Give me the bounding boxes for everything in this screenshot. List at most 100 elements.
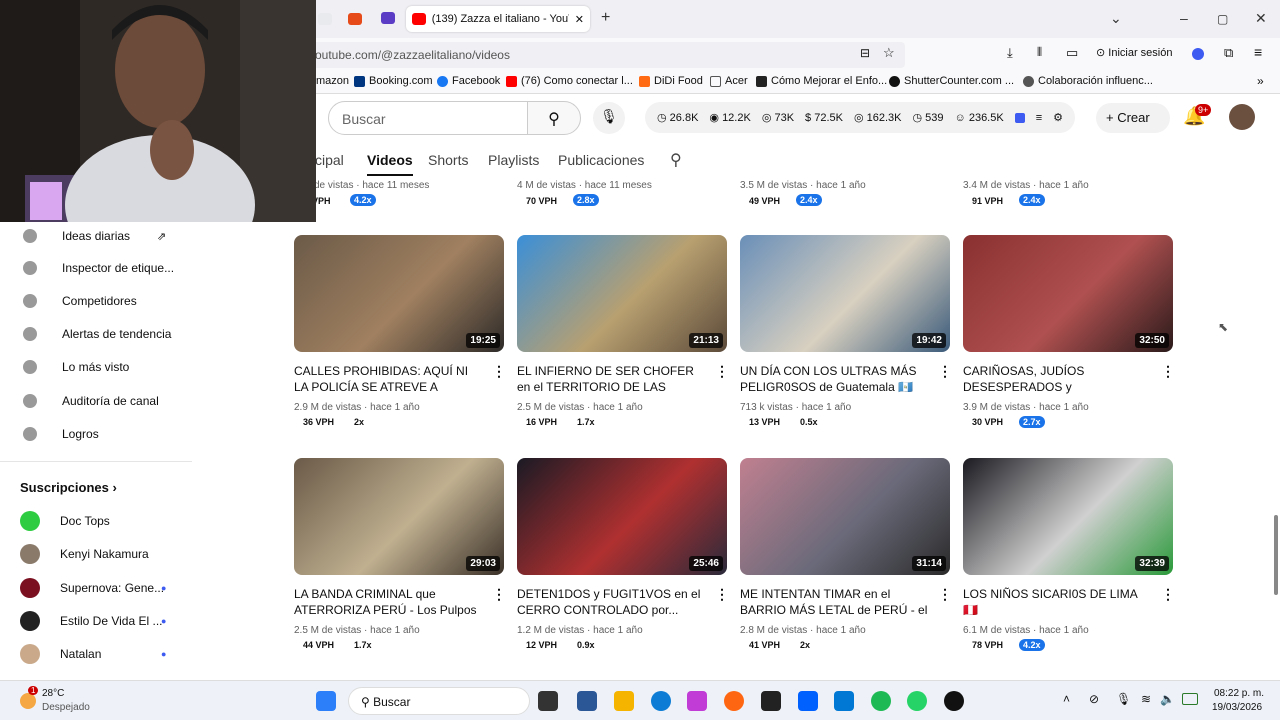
bookmark-facebook[interactable]: Facebook [437,75,500,87]
tray-chevron-icon[interactable]: ˄ [1063,692,1070,706]
taskbar-search[interactable]: ⚲ Buscar [348,687,530,715]
clock-date[interactable]: 19/03/2026 [1212,702,1262,713]
file-explorer-icon[interactable] [614,691,634,711]
subscription-item[interactable]: Estilo De Vida El ... ● [0,607,190,635]
new-tab-button[interactable]: + [601,9,610,27]
video-title[interactable]: DETEN1DOS y FUGIT1VOS en el CERRO CONTRO… [517,586,707,618]
subscriptions-header[interactable]: Suscripciones › [20,480,117,495]
library-icon[interactable]: ⫴ [1037,45,1042,60]
reader-icon[interactable]: ⊟ [860,46,870,60]
pinned-tab-icon-2[interactable] [381,12,395,24]
more-options-icon[interactable]: ⋮ [715,586,729,603]
video-card[interactable]: 19:25 CALLES PROHIBIDAS: AQUÍ NI LA POLIC… [294,235,506,435]
tab-publicaciones[interactable]: Publicaciones [558,152,644,168]
sidebar-item-ideas[interactable]: Ideas diarias ⇗ [0,222,190,250]
dropbox-icon[interactable] [798,691,818,711]
minimize-button[interactable]: – [1180,10,1188,26]
sign-in-button[interactable]: ⊙ Iniciar sesión [1096,46,1172,59]
windows-start-icon[interactable] [316,691,336,711]
video-card[interactable]: 19:42 UN DÍA CON LOS ULTRAS MÁS PELIGR0SO… [740,235,952,435]
whatsapp-icon[interactable] [907,691,927,711]
video-card[interactable]: 32:39 LOS NIÑOS SICARI0S DE LIMA 🇵🇪 ⋮ 6.1 M… [963,458,1175,658]
settings-icon[interactable]: ⚙ [1053,111,1063,124]
extensions-icon[interactable]: ⧉ [1224,45,1233,61]
extension-icon[interactable] [1192,48,1204,60]
video-thumbnail[interactable]: 21:13 [517,235,727,352]
subscription-item[interactable]: Doc Tops [0,507,190,535]
bookmark-booking[interactable]: Booking.com [354,75,433,87]
video-title[interactable]: LA BANDA CRIMINAL que ATERRORIZA PERÚ - … [294,586,484,618]
subscription-item[interactable]: Kenyi Nakamura [0,540,190,568]
bookmark-colaboracion[interactable]: Colaboración influenc... [1023,75,1153,87]
video-thumbnail[interactable]: 32:50 [963,235,1173,352]
outlook-icon[interactable] [834,691,854,711]
bookmark-acer[interactable]: Acer [710,75,748,87]
menu-icon[interactable]: ≡ [1254,44,1262,60]
extension-icon[interactable] [1014,112,1025,123]
video-thumbnail[interactable]: 31:14 [740,458,950,575]
tab-principal[interactable]: cipal [315,152,344,168]
sidebar-item-mas-visto[interactable]: Lo más visto [0,353,190,381]
video-title[interactable]: CARIÑOSAS, JUDÍOS DESESPERADOS y SECUEST… [963,363,1153,395]
more-options-icon[interactable]: ⋮ [1161,363,1175,380]
maximize-button[interactable]: ▢ [1217,12,1228,26]
edge-icon[interactable] [651,691,671,711]
weather-sun-icon[interactable] [20,693,36,709]
more-bookmarks-icon[interactable]: » [1257,74,1264,88]
clock-time[interactable]: 08:22 p. m. [1214,688,1264,699]
voice-search-button[interactable]: 🎙 [593,102,625,134]
video-card[interactable]: 32:50 CARIÑOSAS, JUDÍOS DESESPERADOS y SE… [963,235,1175,435]
bookmark-mejorar[interactable]: Cómo Mejorar el Enfo... [756,75,887,87]
sidebar-item-competidores[interactable]: Competidores [0,287,190,315]
video-thumbnail[interactable]: 32:39 [963,458,1173,575]
search-button[interactable]: ⚲ [527,101,581,135]
sidebar-item-inspector[interactable]: Inspector de etique... [0,254,190,282]
tab-list-icon[interactable]: ⌄ [1110,10,1122,27]
bookmark-shuttercounter[interactable]: ShutterCounter.com ... [889,75,1014,87]
more-options-icon[interactable]: ⋮ [938,586,952,603]
bookmark-didi[interactable]: DiDi Food [639,75,703,87]
create-button[interactable]: + Crear [1096,103,1170,133]
obs-icon[interactable] [944,691,964,711]
gmail-tab-icon[interactable] [318,13,332,25]
sidebar-toggle-icon[interactable]: ▭ [1066,45,1078,61]
subscription-item[interactable]: Supernova: Gene... ● [0,574,190,602]
video-thumbnail[interactable]: 19:25 [294,235,504,352]
search-input[interactable]: Buscar [328,101,528,135]
firefox-icon[interactable] [724,691,744,711]
tab-youtube[interactable]: (139) Zazza el italiano - YouTub ✕ [406,6,590,32]
more-options-icon[interactable]: ⋮ [938,363,952,380]
video-card[interactable]: 29:03 LA BANDA CRIMINAL que ATERRORIZA PE… [294,458,506,658]
bookmark-star-icon[interactable]: ☆ [883,45,895,61]
sidebar-item-logros[interactable]: Logros [0,420,190,448]
spotify-icon[interactable] [871,691,891,711]
more-options-icon[interactable]: ⋮ [715,363,729,380]
page-scrollbar[interactable] [1274,515,1278,595]
video-title[interactable]: UN DÍA CON LOS ULTRAS MÁS PELIGR0SOS de … [740,363,930,395]
address-bar[interactable]: outube.com/@zazzaelitaliano/videos [305,42,905,68]
list-icon[interactable]: ≡ [1036,112,1042,124]
tab-shorts[interactable]: Shorts [428,152,468,168]
video-card[interactable]: 21:13 EL INFIERNO DE SER CHOFER en el TER… [517,235,729,435]
channel-search-icon[interactable]: ⚲ [670,150,682,170]
video-thumbnail[interactable]: 25:46 [517,458,727,575]
bookmark-youtube[interactable]: (76) Como conectar l... [506,75,633,87]
video-title[interactable]: CALLES PROHIBIDAS: AQUÍ NI LA POLICÍA SE… [294,363,484,395]
video-card[interactable]: 31:14 ME INTENTAN TIMAR en el BARRIO MÁS … [740,458,952,658]
bookmark-amazon[interactable]: mazon [316,75,349,87]
tab-videos[interactable]: Videos [367,152,413,176]
network-off-icon[interactable]: ⊘ [1089,692,1099,706]
task-view-icon[interactable] [538,691,558,711]
avatar[interactable] [1229,104,1255,130]
more-options-icon[interactable]: ⋮ [1161,586,1175,603]
sidebar-item-alertas[interactable]: Alertas de tendencia [0,320,190,348]
wifi-icon[interactable]: ≋ [1141,692,1151,706]
subscription-item[interactable]: Natalan ● [0,640,190,668]
video-title[interactable]: EL INFIERNO DE SER CHOFER en el TERRITOR… [517,363,707,395]
video-thumbnail[interactable]: 19:42 [740,235,950,352]
battery-icon[interactable] [1182,693,1198,705]
more-options-icon[interactable]: ⋮ [492,363,506,380]
tab-playlists[interactable]: Playlists [488,152,539,168]
mic-icon[interactable]: 🎙 [1116,692,1131,706]
more-options-icon[interactable]: ⋮ [492,586,506,603]
